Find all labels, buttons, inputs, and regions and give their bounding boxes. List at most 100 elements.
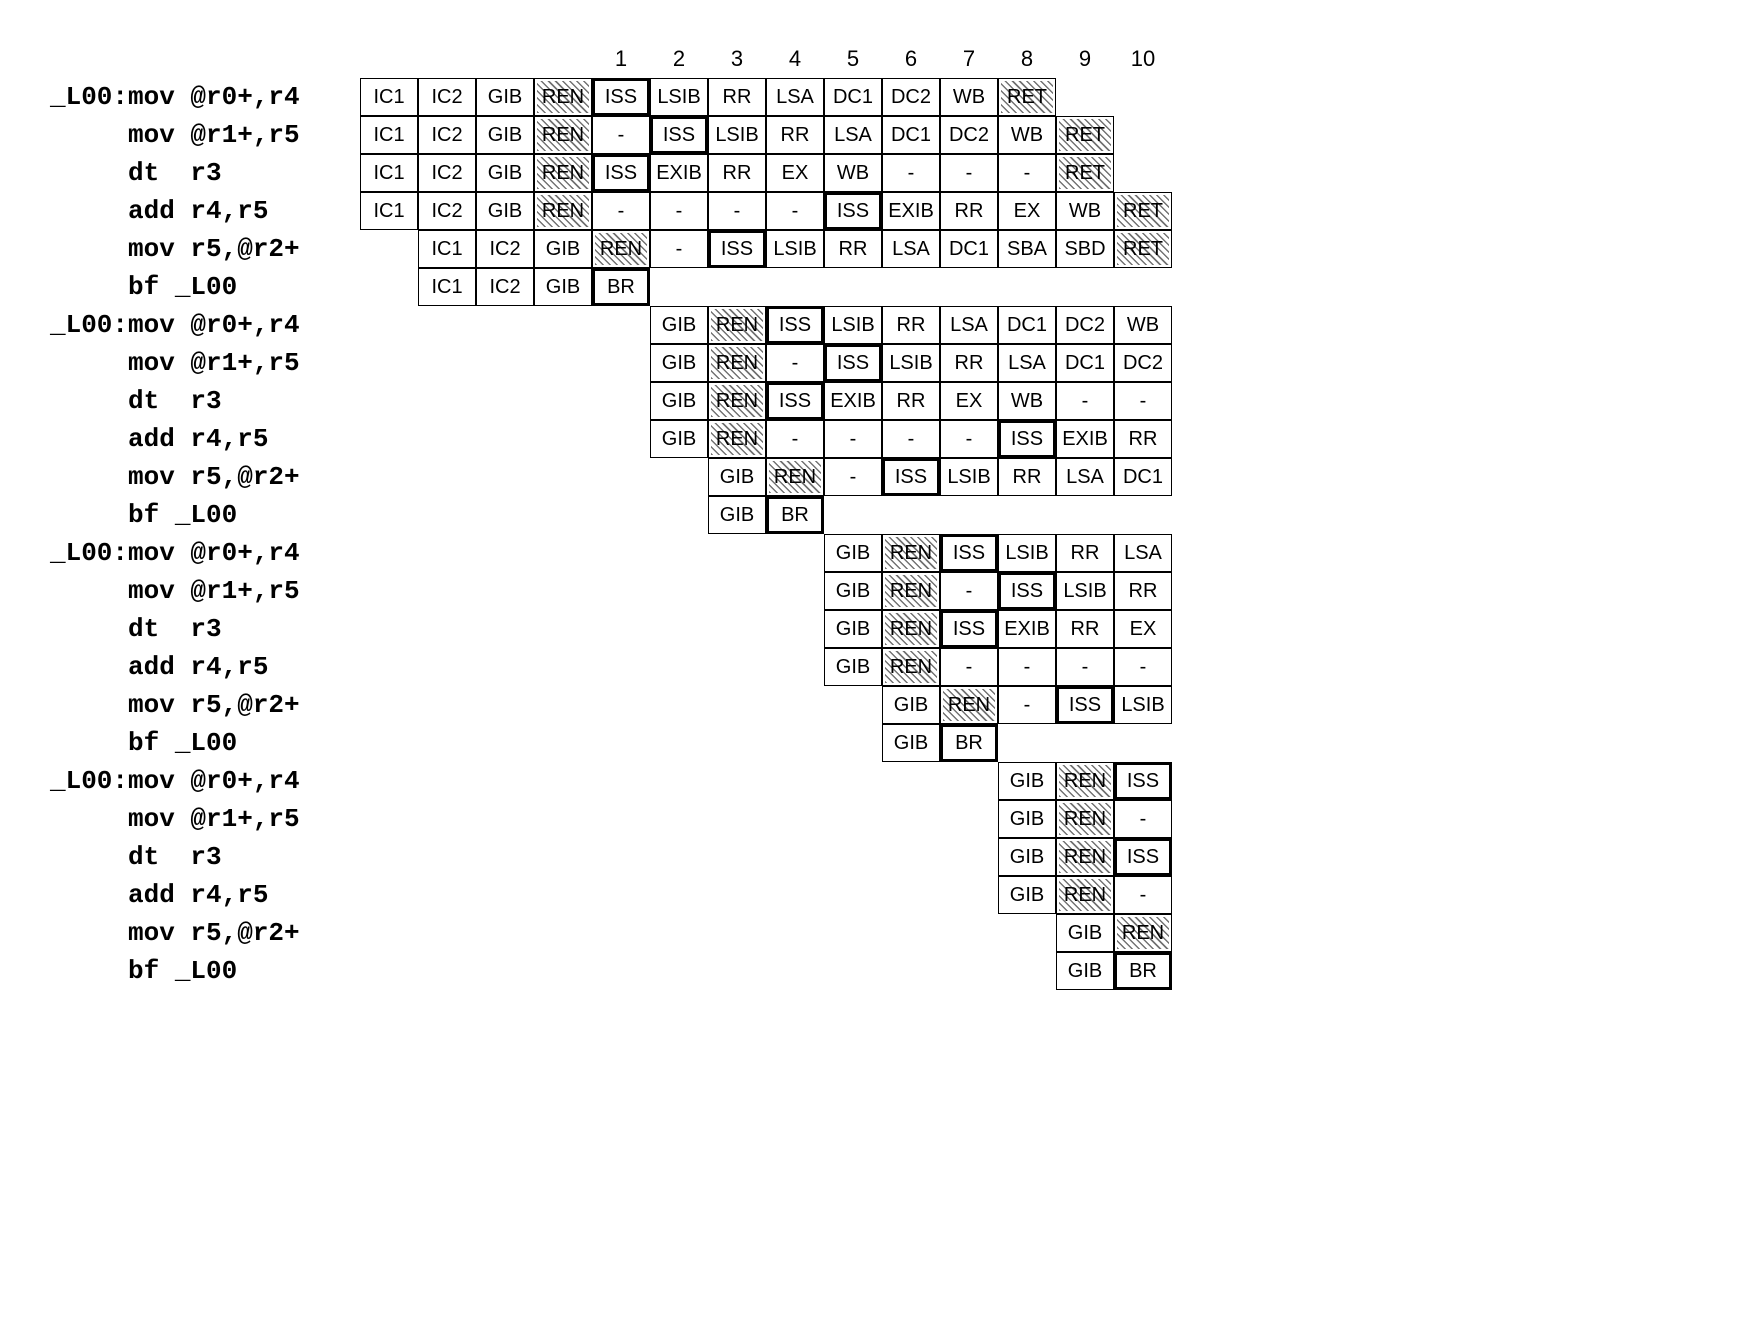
stage-cell: - — [650, 230, 708, 268]
stage-cell: GIB — [998, 876, 1056, 914]
stage-cell: LSA — [824, 116, 882, 154]
stage-cell: RR — [708, 154, 766, 192]
stage-cell: REN — [940, 686, 998, 724]
instruction-text: _L00:mov @r0+,r4 — [50, 306, 360, 344]
stage-cell: REN — [708, 420, 766, 458]
stage-cell: DC1 — [1114, 458, 1172, 496]
stage-cell: EX — [940, 382, 998, 420]
instruction-text: add r4,r5 — [50, 876, 360, 914]
stage-cell: ISS — [824, 344, 882, 382]
stage-cell: EXIB — [1056, 420, 1114, 458]
stage-cell: GIB — [882, 686, 940, 724]
stage-cell: ISS — [592, 154, 650, 192]
stage-cell: - — [882, 420, 940, 458]
instruction-text: bf _L00 — [50, 952, 360, 990]
stage-cell: LSIB — [708, 116, 766, 154]
cycle-header: 1 — [592, 40, 650, 78]
stage-cell: LSA — [1056, 458, 1114, 496]
stage-cell: LSA — [1114, 534, 1172, 572]
stage-cell: REN — [708, 344, 766, 382]
stage-cell: LSIB — [1056, 572, 1114, 610]
stage-cell: WB — [998, 116, 1056, 154]
stage-cell: EXIB — [824, 382, 882, 420]
stage-cell: IC2 — [418, 116, 476, 154]
stage-cell: - — [1056, 382, 1114, 420]
stage-cell: GIB — [824, 648, 882, 686]
stage-cell: REN — [534, 154, 592, 192]
stage-cell: WB — [1056, 192, 1114, 230]
stage-cell: RR — [824, 230, 882, 268]
stage-cell: RR — [882, 306, 940, 344]
stage-cell: REN — [766, 458, 824, 496]
stage-cell: DC2 — [1114, 344, 1172, 382]
stage-cell: - — [1114, 648, 1172, 686]
stage-cell: - — [1056, 648, 1114, 686]
stage-cell: - — [940, 648, 998, 686]
stage-cell: LSIB — [650, 78, 708, 116]
stage-cell: - — [1114, 382, 1172, 420]
stage-cell: LSIB — [766, 230, 824, 268]
stage-cell: GIB — [708, 458, 766, 496]
stage-cell: REN — [592, 230, 650, 268]
stage-cell: LSIB — [1114, 686, 1172, 724]
stage-cell: RR — [882, 382, 940, 420]
stage-cell: LSA — [882, 230, 940, 268]
stage-cell: IC1 — [360, 154, 418, 192]
stage-cell: EXIB — [998, 610, 1056, 648]
instruction-text: dt r3 — [50, 610, 360, 648]
stage-cell: IC1 — [418, 230, 476, 268]
stage-cell: ISS — [708, 230, 766, 268]
stage-cell: ISS — [824, 192, 882, 230]
stage-cell: ISS — [882, 458, 940, 496]
stage-cell: BR — [592, 268, 650, 306]
stage-cell: REN — [882, 648, 940, 686]
stage-cell: GIB — [882, 724, 940, 762]
stage-cell: - — [766, 420, 824, 458]
stage-cell: RR — [1114, 572, 1172, 610]
stage-cell: - — [592, 116, 650, 154]
stage-cell: DC1 — [1056, 344, 1114, 382]
stage-cell: REN — [882, 572, 940, 610]
stage-cell: ISS — [650, 116, 708, 154]
stage-cell: RET — [1056, 116, 1114, 154]
stage-cell: GIB — [476, 192, 534, 230]
stage-cell: RR — [1056, 610, 1114, 648]
stage-cell: REN — [1056, 876, 1114, 914]
stage-cell: - — [940, 420, 998, 458]
stage-cell: LSA — [998, 344, 1056, 382]
instruction-text: mov r5,@r2+ — [50, 914, 360, 952]
instruction-text: mov @r1+,r5 — [50, 344, 360, 382]
stage-cell: - — [998, 648, 1056, 686]
instruction-text: dt r3 — [50, 838, 360, 876]
instruction-text: mov @r1+,r5 — [50, 572, 360, 610]
instruction-text: mov @r1+,r5 — [50, 800, 360, 838]
stage-cell: EX — [766, 154, 824, 192]
instruction-text: _L00:mov @r0+,r4 — [50, 762, 360, 800]
stage-cell: DC2 — [1056, 306, 1114, 344]
stage-cell: ISS — [766, 382, 824, 420]
stage-cell: GIB — [1056, 914, 1114, 952]
stage-cell: GIB — [1056, 952, 1114, 990]
instruction-text: mov r5,@r2+ — [50, 458, 360, 496]
stage-cell: LSIB — [882, 344, 940, 382]
instruction-text: bf _L00 — [50, 724, 360, 762]
stage-cell: GIB — [534, 268, 592, 306]
stage-cell: LSA — [940, 306, 998, 344]
instruction-text: add r4,r5 — [50, 648, 360, 686]
stage-cell: RR — [1114, 420, 1172, 458]
instruction-text: _L00:mov @r0+,r4 — [50, 78, 360, 116]
stage-cell: RR — [1056, 534, 1114, 572]
stage-cell: EX — [998, 192, 1056, 230]
stage-cell: WB — [998, 382, 1056, 420]
stage-cell: REN — [1056, 838, 1114, 876]
stage-cell: REN — [708, 382, 766, 420]
stage-cell: REN — [708, 306, 766, 344]
stage-cell: REN — [1114, 914, 1172, 952]
cycle-header: 2 — [650, 40, 708, 78]
instruction-text: _L00:mov @r0+,r4 — [50, 534, 360, 572]
stage-cell: - — [766, 192, 824, 230]
stage-cell: EXIB — [650, 154, 708, 192]
stage-cell: REN — [534, 78, 592, 116]
stage-cell: GIB — [824, 572, 882, 610]
stage-cell: - — [940, 154, 998, 192]
